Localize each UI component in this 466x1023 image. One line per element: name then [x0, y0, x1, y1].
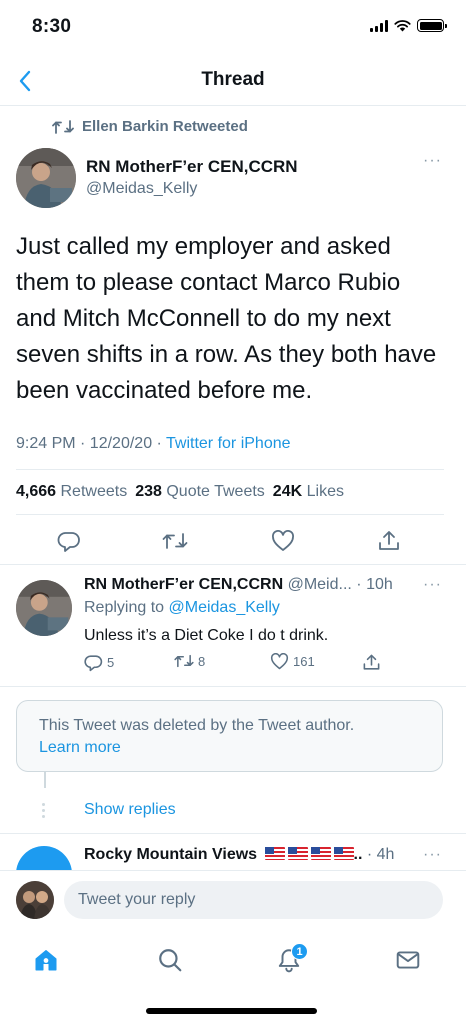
deleted-tweet-message: This Tweet was deleted by the Tweet auth…: [39, 717, 355, 734]
reply-button[interactable]: [54, 527, 84, 555]
tweet-stats: 4,666 Retweets 238 Quote Tweets 24K Like…: [16, 483, 344, 501]
tab-notifications[interactable]: 1: [269, 940, 309, 980]
share-button[interactable]: [374, 527, 404, 555]
divider: [0, 564, 466, 565]
retweet-icon: [162, 533, 188, 549]
reply-text: Unless it’s a Diet Coke I do t drink.: [84, 627, 329, 644]
replying-to-handle-link[interactable]: @Meidas_Kelly: [169, 599, 280, 616]
cellular-signal-icon: [370, 19, 388, 32]
tab-messages[interactable]: [388, 940, 428, 980]
reply-retweet-count: 8: [198, 653, 206, 669]
tweet-time-date: 9:24 PM · 12/20/20 ·: [16, 435, 167, 452]
show-replies-link[interactable]: Show replies: [84, 801, 176, 819]
status-time: 8:30: [32, 16, 72, 37]
reply-author-avatar[interactable]: [16, 580, 72, 636]
tweet-source-link[interactable]: Twitter for iPhone: [166, 435, 291, 452]
page-title: Thread: [201, 69, 265, 90]
home-indicator[interactable]: [146, 1008, 317, 1014]
heart-icon: [270, 653, 289, 670]
heart-icon: [272, 530, 294, 551]
reply-input[interactable]: [64, 881, 443, 919]
notification-badge: 1: [291, 943, 308, 960]
us-flag-icon: [264, 847, 285, 860]
learn-more-link[interactable]: Learn more: [39, 737, 420, 759]
share-icon: [363, 654, 380, 670]
third-tweet-header: Rocky Mountain Views .. · 4h: [84, 846, 394, 864]
likes-stat[interactable]: 24K Likes: [273, 483, 344, 501]
tweet-timestamp: 9:24 PM · 12/20/20 · Twitter for iPhone: [16, 435, 291, 453]
retweet-icon: [174, 654, 194, 668]
thread-dots: [42, 803, 45, 818]
like-button[interactable]: [268, 527, 298, 555]
reply-like-count: 161: [293, 654, 315, 669]
reply-more-options-button[interactable]: ···: [423, 576, 442, 594]
status-bar: 8:30: [0, 0, 466, 56]
reply-author-handle[interactable]: @Meid...: [288, 576, 352, 593]
third-name-ellipsis: ..: [353, 846, 363, 863]
replying-to-prefix: Replying to: [84, 599, 169, 616]
reply-share-button[interactable]: [362, 653, 381, 672]
retweet-context[interactable]: Ellen Barkin Retweeted: [52, 118, 248, 135]
home-icon: [35, 950, 57, 971]
us-flag-icon: [333, 847, 354, 860]
reply-time: · 10h: [356, 576, 393, 593]
quote-tweets-stat[interactable]: 238 Quote Tweets: [135, 483, 265, 501]
author-name[interactable]: RN MotherF’er CEN,CCRN: [86, 157, 298, 177]
reply-reply-button[interactable]: 5: [84, 653, 114, 672]
retweets-stat[interactable]: 4,666 Retweets: [16, 483, 127, 501]
reply-icon: [57, 532, 80, 552]
nav-bar: Thread: [0, 56, 466, 106]
deleted-tweet-notice: This Tweet was deleted by the Tweet auth…: [16, 700, 443, 772]
reply-icon: [84, 655, 103, 672]
current-user-avatar[interactable]: [16, 881, 54, 919]
us-flag-icon: [310, 847, 331, 860]
author-handle[interactable]: @Meidas_Kelly: [86, 180, 197, 198]
divider: [0, 686, 466, 687]
retweet-icon: [52, 119, 74, 134]
avatar-photo: [16, 148, 76, 208]
mail-icon: [396, 951, 420, 969]
avatar-photo: [16, 881, 54, 919]
retweet-context-label: Ellen Barkin Retweeted: [82, 118, 248, 135]
wifi-icon: [394, 19, 411, 31]
reply-retweet-button[interactable]: 8: [174, 653, 205, 669]
search-icon: [159, 949, 182, 972]
status-icons: [370, 19, 447, 32]
reply-header: RN MotherF’er CEN,CCRN @Meid... · 10h: [84, 576, 393, 594]
third-more-options-button[interactable]: ···: [423, 846, 442, 864]
reply-author-name[interactable]: RN MotherF’er CEN,CCRN: [84, 576, 283, 593]
thread-connector-line: [44, 772, 46, 788]
reply-like-button[interactable]: 161: [270, 653, 315, 670]
tweet-action-bar: [0, 523, 466, 557]
retweet-button[interactable]: [160, 527, 190, 555]
tab-home[interactable]: [26, 940, 66, 980]
reply-action-bar: 5 8 161: [84, 653, 404, 677]
us-flag-icon: [287, 847, 308, 860]
divider: [0, 833, 466, 834]
third-author-name[interactable]: Rocky Mountain Views: [84, 846, 257, 863]
more-options-button[interactable]: ···: [423, 152, 442, 170]
replying-to: Replying to @Meidas_Kelly: [84, 599, 280, 617]
author-avatar[interactable]: [16, 148, 76, 208]
battery-icon: [417, 19, 447, 32]
avatar-photo: [16, 580, 72, 636]
divider: [16, 514, 444, 515]
third-tweet-time: · 4h: [366, 846, 395, 863]
tweet-text: Just called my employer and asked them t…: [16, 233, 437, 404]
divider: [16, 469, 444, 470]
share-icon: [379, 531, 399, 550]
reply-count: 5: [107, 655, 115, 670]
tab-search[interactable]: [150, 940, 190, 980]
